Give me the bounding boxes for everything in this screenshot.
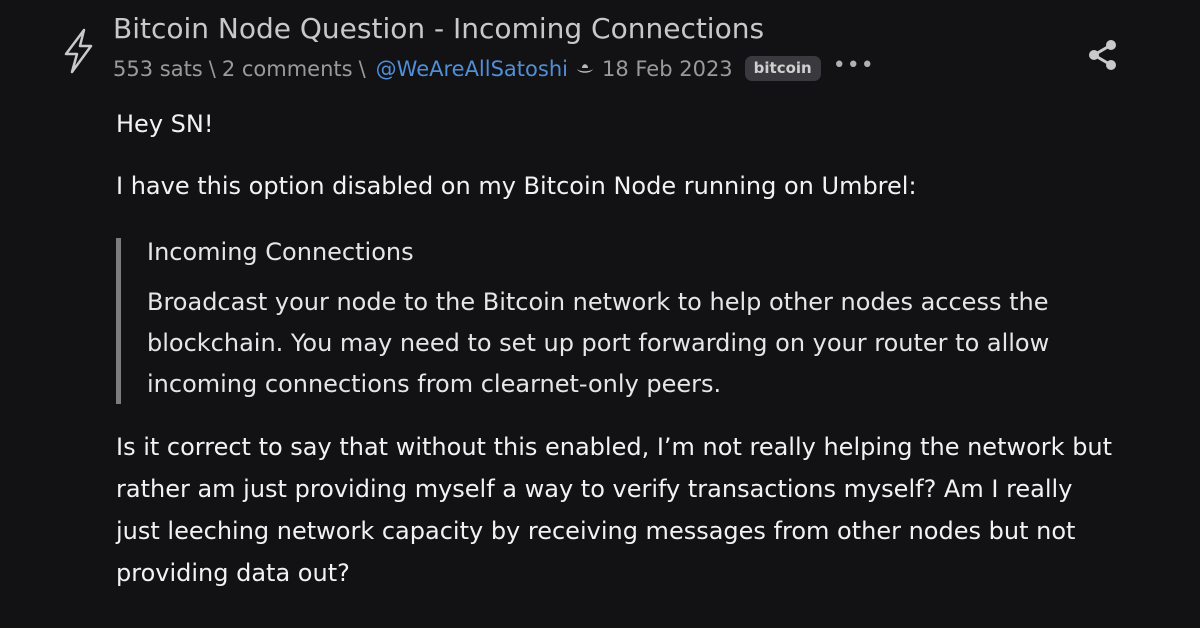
post-intro: I have this option disabled on my Bitcoi… <box>116 172 917 200</box>
post-card: Bitcoin Node Question - Incoming Connect… <box>0 0 1200 628</box>
post-title[interactable]: Bitcoin Node Question - Incoming Connect… <box>113 12 764 45</box>
post-date[interactable]: 18 Feb 2023 <box>602 57 733 81</box>
more-options-icon[interactable]: ••• <box>833 53 875 78</box>
sats-count[interactable]: 553 sats <box>113 57 203 81</box>
meta-separator: \ <box>208 56 216 81</box>
sub-tag-badge[interactable]: bitcoin <box>744 56 821 81</box>
author-link[interactable]: @WeAreAllSatoshi <box>376 57 568 81</box>
meta-separator: \ <box>358 56 366 81</box>
share-icon[interactable] <box>1086 38 1120 72</box>
post-meta: 553 sats \ 2 comments \ @WeAreAllSatoshi… <box>113 53 875 81</box>
cowboy-hat-icon <box>576 63 593 73</box>
blockquote: Incoming Connections Broadcast your node… <box>116 238 1121 404</box>
quote-title: Incoming Connections <box>147 238 414 266</box>
lightning-bolt-icon[interactable] <box>60 28 96 74</box>
quote-body: Broadcast your node to the Bitcoin netwo… <box>147 288 1050 398</box>
post-greeting: Hey SN! <box>116 110 214 138</box>
comments-link[interactable]: 2 comments <box>222 57 353 81</box>
post-question: Is it correct to say that without this e… <box>116 433 1113 587</box>
